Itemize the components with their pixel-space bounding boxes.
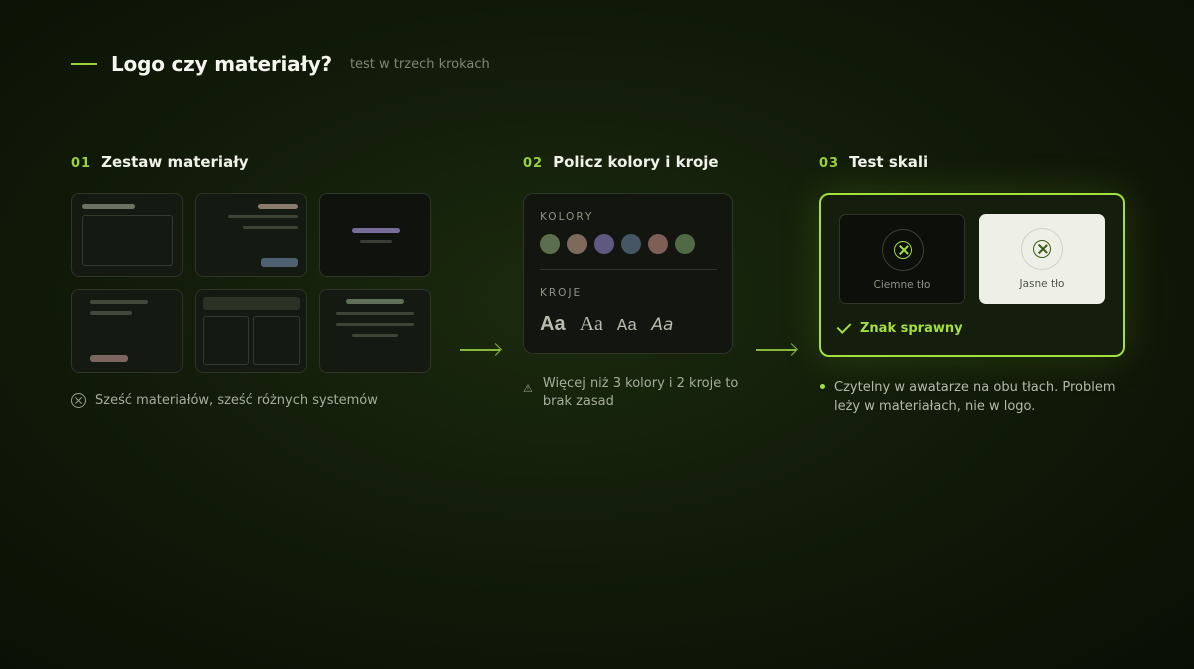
step-title: Test skali [849, 153, 929, 171]
color-swatch [594, 234, 614, 254]
font-sample: Aa [579, 313, 603, 335]
result-badge: Znak sprawny [836, 319, 963, 336]
step-1-heading: 01 Zestaw materiały [71, 153, 249, 171]
background-label: Ciemne tło [873, 279, 931, 291]
fonts-label: KROJE [540, 287, 583, 299]
colors-label: KOLORY [540, 211, 594, 223]
color-swatch [567, 234, 587, 254]
material-tile [195, 193, 307, 277]
step-2-note: ⚠ Więcej niż 3 kolory i 2 kroje to brak … [523, 375, 743, 411]
color-swatch [675, 234, 695, 254]
bullet-icon [820, 384, 825, 389]
avatar [1021, 228, 1063, 270]
check-icon [836, 319, 852, 334]
scale-test-card: Ciemne tło Jasne tło Znak sprawny [819, 193, 1125, 357]
color-swatches [540, 234, 702, 254]
step-3-heading: 03 Test skali [819, 153, 928, 171]
arrow-right-icon [460, 349, 500, 351]
divider [540, 269, 717, 270]
page-header: Logo czy materiały? test w trzech krokac… [71, 52, 490, 76]
material-tile [195, 289, 307, 373]
font-sample: Aa [540, 313, 566, 335]
note-text: Sześć materiałów, sześć różnych systemów [95, 393, 378, 408]
logo-mark-icon [894, 241, 912, 259]
logo-mark-icon [1033, 240, 1051, 258]
color-swatch [540, 234, 560, 254]
note-text: Więcej niż 3 kolory i 2 kroje to brak za… [542, 376, 739, 409]
avatar [882, 229, 924, 271]
warning-icon: ⚠ [523, 382, 533, 395]
step-3-note: Czytelny w awatarze na obu tłach. Proble… [819, 378, 1119, 416]
page-title: Logo czy materiały? [111, 52, 332, 76]
note-text: Czytelny w awatarze na obu tłach. Proble… [834, 380, 1116, 414]
font-sample: Aa [651, 315, 674, 335]
light-background-preview: Jasne tło [979, 214, 1105, 304]
x-circle-icon [71, 393, 86, 408]
page-subtitle: test w trzech krokach [349, 56, 490, 72]
material-tile [71, 289, 183, 373]
colors-fonts-card: KOLORY KROJE Aa Aa Aa Aa [523, 193, 733, 354]
step-1-note: Sześć materiałów, sześć różnych systemów [71, 393, 378, 408]
color-swatch [621, 234, 641, 254]
arrow-right-icon [756, 349, 796, 351]
step-title: Zestaw materiały [101, 153, 249, 171]
material-tile [71, 193, 183, 277]
material-tile [319, 193, 431, 277]
font-samples: Aa Aa Aa Aa [540, 313, 687, 336]
step-title: Policz kolory i kroje [553, 153, 719, 171]
step-number: 03 [819, 156, 840, 171]
font-sample: Aa [616, 317, 638, 336]
result-text: Znak sprawny [860, 321, 963, 336]
accent-rule [71, 63, 97, 65]
step-number: 02 [523, 156, 544, 171]
dark-background-preview: Ciemne tło [839, 214, 965, 304]
material-tile [319, 289, 431, 373]
background-label: Jasne tło [1019, 278, 1065, 290]
step-number: 01 [71, 156, 92, 171]
color-swatch [648, 234, 668, 254]
step-2-heading: 02 Policz kolory i kroje [523, 153, 719, 171]
